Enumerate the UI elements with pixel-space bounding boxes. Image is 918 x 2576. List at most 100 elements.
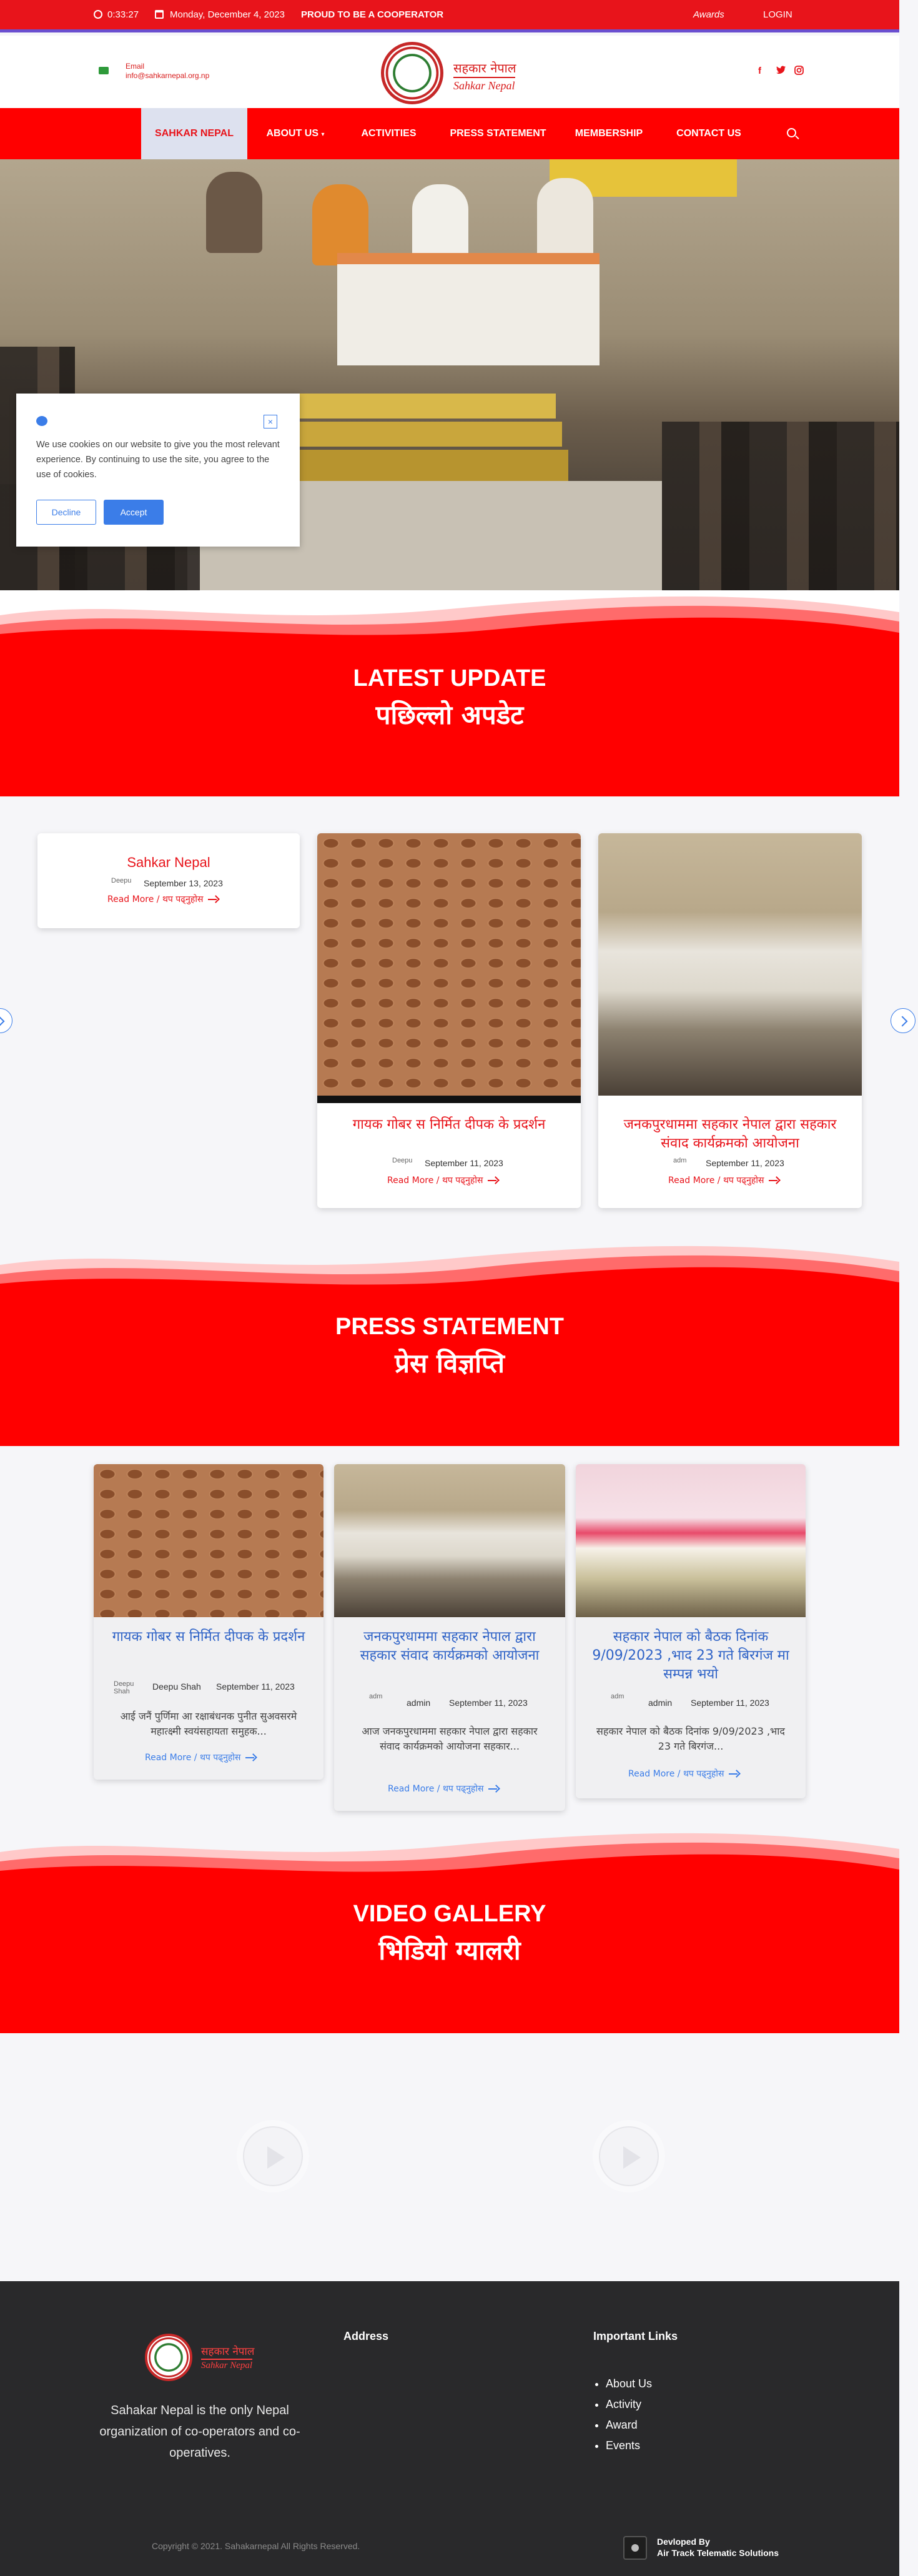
arrow-right-icon <box>208 895 219 904</box>
latest-card[interactable]: गायक गोबर स निर्मित दीपक के प्रदर्शन Dee… <box>317 833 581 1208</box>
post-date: September 11, 2023 <box>706 1158 784 1168</box>
awards-link[interactable]: Awards <box>693 9 724 20</box>
card-title[interactable]: सहकार नेपाल को बैठक दिनांक 9/09/2023 ,भा… <box>588 1628 793 1684</box>
arrow-right-icon <box>769 1176 780 1185</box>
card-image[interactable] <box>317 833 581 1096</box>
latest-update-title: LATEST UPDATE <box>353 665 546 691</box>
post-date: September 13, 2023 <box>144 878 223 888</box>
card-image[interactable] <box>94 1464 323 1617</box>
current-time: 0:33:27 <box>107 9 139 20</box>
developed-by-label: Devloped By <box>657 2537 710 2547</box>
post-date: September 11, 2023 <box>425 1158 503 1168</box>
clock-icon <box>94 10 102 19</box>
author-avatar: adm <box>369 1693 383 1700</box>
cookie-consent-dialog: × We use cookies on our website to give … <box>16 394 300 547</box>
footer-logo-nepali: सहकार नेपाल <box>201 2346 255 2358</box>
nav-contact-us[interactable]: CONTACT US <box>662 108 756 159</box>
read-more-label: Read More / थप पढ्नुहोस <box>387 1176 483 1186</box>
arrow-right-icon <box>729 1770 740 1778</box>
video-play-icon[interactable] <box>243 2126 303 2186</box>
tagline: PROUD TO BE A COOPERATOR <box>301 9 444 20</box>
author-avatar: adm <box>611 1693 624 1700</box>
login-link[interactable]: LOGIN <box>763 9 792 20</box>
read-more-link[interactable]: Read More / थप पढ्नुहोस <box>107 893 219 905</box>
developer-logo[interactable] <box>623 2536 647 2560</box>
footer-logo-english: Sahkar Nepal <box>201 2359 253 2371</box>
press-card[interactable]: जनकपुरधाममा सहकार नेपाल द्वारा सहकार संव… <box>334 1464 565 1811</box>
video-gallery-title: VIDEO GALLERY <box>353 1901 546 1927</box>
logo-emblem[interactable] <box>381 42 443 104</box>
twitter-icon[interactable] <box>776 66 786 77</box>
video-gallery-subtitle: भिडियो ग्यालरी <box>378 1935 521 1966</box>
email-label: Email <box>126 62 145 71</box>
footer-link-activity[interactable]: Activity <box>606 2394 652 2415</box>
card-title[interactable]: जनकपुरधाममा सहकार नेपाल द्वारा सहकार संव… <box>617 1116 843 1153</box>
footer-link-events[interactable]: Events <box>606 2435 652 2456</box>
email-link[interactable]: info@sahkarnepal.org.np <box>126 71 209 80</box>
video-gallery-banner: VIDEO GALLERY भिडियो ग्यालरी <box>0 1827 899 2033</box>
read-more-link[interactable]: Read More / थप पढ्नुहोस <box>668 1174 780 1186</box>
read-more-label: Read More / थप पढ्नुहोस <box>388 1784 484 1794</box>
post-excerpt: सहकार नेपाल को बैठक दिनांक 9/09/2023 ,भा… <box>596 1725 785 1752</box>
card-title[interactable]: जनकपुरधाममा सहकार नेपाल द्वारा सहकार संव… <box>343 1628 556 1665</box>
nav-press-statement[interactable]: PRESS STATEMENT <box>440 108 556 159</box>
card-image[interactable] <box>334 1464 565 1617</box>
important-links-list: About Us Activity Award Events <box>606 2374 652 2456</box>
cookie-icon <box>36 416 47 426</box>
arrow-right-icon <box>488 1785 500 1793</box>
site-footer: सहकार नेपाल Sahkar Nepal Sahakar Nepal i… <box>0 2281 899 2576</box>
accept-button[interactable]: Accept <box>104 500 164 525</box>
press-card[interactable]: गायक गोबर स निर्मित दीपक के प्रदर्शन Dee… <box>94 1464 323 1780</box>
copyright-text: Copyright © 2021. Sahakarnepal All Right… <box>152 2541 360 2551</box>
cookie-message: We use cookies on our website to give yo… <box>36 440 280 480</box>
card-title[interactable]: गायक गोबर स निर्मित दीपक के प्रदर्शन <box>106 1628 311 1647</box>
close-icon[interactable]: × <box>264 415 277 429</box>
developer-name[interactable]: Air Track Telematic Solutions <box>657 2547 779 2559</box>
nav-about-us[interactable]: ABOUT US ▾ <box>255 108 336 159</box>
logo-text-nepali[interactable]: सहकार नेपाल <box>453 59 516 76</box>
decline-button[interactable]: Decline <box>36 500 96 525</box>
card-image[interactable] <box>598 833 862 1096</box>
latest-update-subtitle: पछिल्लो अपडेट <box>375 700 524 730</box>
arrow-right-icon <box>488 1176 499 1185</box>
press-card[interactable]: सहकार नेपाल को बैठक दिनांक 9/09/2023 ,भा… <box>576 1464 806 1798</box>
read-more-link[interactable]: Read More / थप पढ्नुहोस <box>628 1768 740 1780</box>
author-avatar: Deepu Shah <box>114 1680 134 1695</box>
latest-card[interactable]: जनकपुरधाममा सहकार नेपाल द्वारा सहकार संव… <box>598 833 862 1208</box>
post-date: September 11, 2023 <box>691 1698 769 1708</box>
calendar-icon <box>155 10 164 19</box>
footer-link-about-us[interactable]: About Us <box>606 2374 652 2394</box>
chevron-down-icon: ▾ <box>321 131 325 138</box>
read-more-label: Read More / थप पढ्नुहोस <box>668 1176 764 1186</box>
facebook-icon[interactable]: f <box>758 66 761 76</box>
read-more-link[interactable]: Read More / थप पढ्नुहोस <box>387 1174 499 1186</box>
nav-activities[interactable]: ACTIVITIES <box>350 108 428 159</box>
author-name: admin <box>407 1698 431 1708</box>
footer-logo-emblem[interactable] <box>145 2334 192 2381</box>
video-play-icon[interactable] <box>599 2126 659 2186</box>
card-image[interactable] <box>576 1464 806 1617</box>
post-date: September 11, 2023 <box>449 1698 528 1708</box>
main-nav: SAHKAR NEPAL ABOUT US ▾ ACTIVITIES PRESS… <box>0 108 899 159</box>
post-date: September 11, 2023 <box>216 1682 295 1692</box>
logo-text-english[interactable]: Sahkar Nepal <box>453 77 515 92</box>
card-title[interactable]: Sahkar Nepal <box>37 853 300 872</box>
address-heading: Address <box>343 2330 389 2342</box>
carousel-next-button[interactable] <box>891 1008 916 1033</box>
instagram-icon[interactable] <box>794 66 804 77</box>
card-title[interactable]: गायक गोबर स निर्मित दीपक के प्रदर्शन <box>342 1116 556 1134</box>
nav-membership[interactable]: MEMBERSHIP <box>565 108 653 159</box>
nav-about-us-label: ABOUT US <box>266 128 319 139</box>
latest-card[interactable]: Sahkar Nepal Deepu September 13, 2023 Re… <box>37 833 300 928</box>
read-more-label: Read More / थप पढ्नुहोस <box>145 1753 241 1763</box>
current-date: Monday, December 4, 2023 <box>170 9 285 20</box>
latest-update-banner: LATEST UPDATE पछिल्लो अपडेट <box>0 590 899 796</box>
nav-sahkar-nepal[interactable]: SAHKAR NEPAL <box>141 108 247 159</box>
read-more-link[interactable]: Read More / थप पढ्नुहोस <box>388 1783 500 1795</box>
search-icon[interactable] <box>787 128 796 137</box>
carousel-prev-button[interactable] <box>0 1008 12 1033</box>
post-excerpt: आज जनकपुरधाममा सहकार नेपाल द्वारा सहकार … <box>362 1725 538 1752</box>
read-more-label: Read More / थप पढ्नुहोस <box>107 894 204 904</box>
read-more-link[interactable]: Read More / थप पढ्नुहोस <box>145 1751 257 1763</box>
footer-link-award[interactable]: Award <box>606 2415 652 2435</box>
